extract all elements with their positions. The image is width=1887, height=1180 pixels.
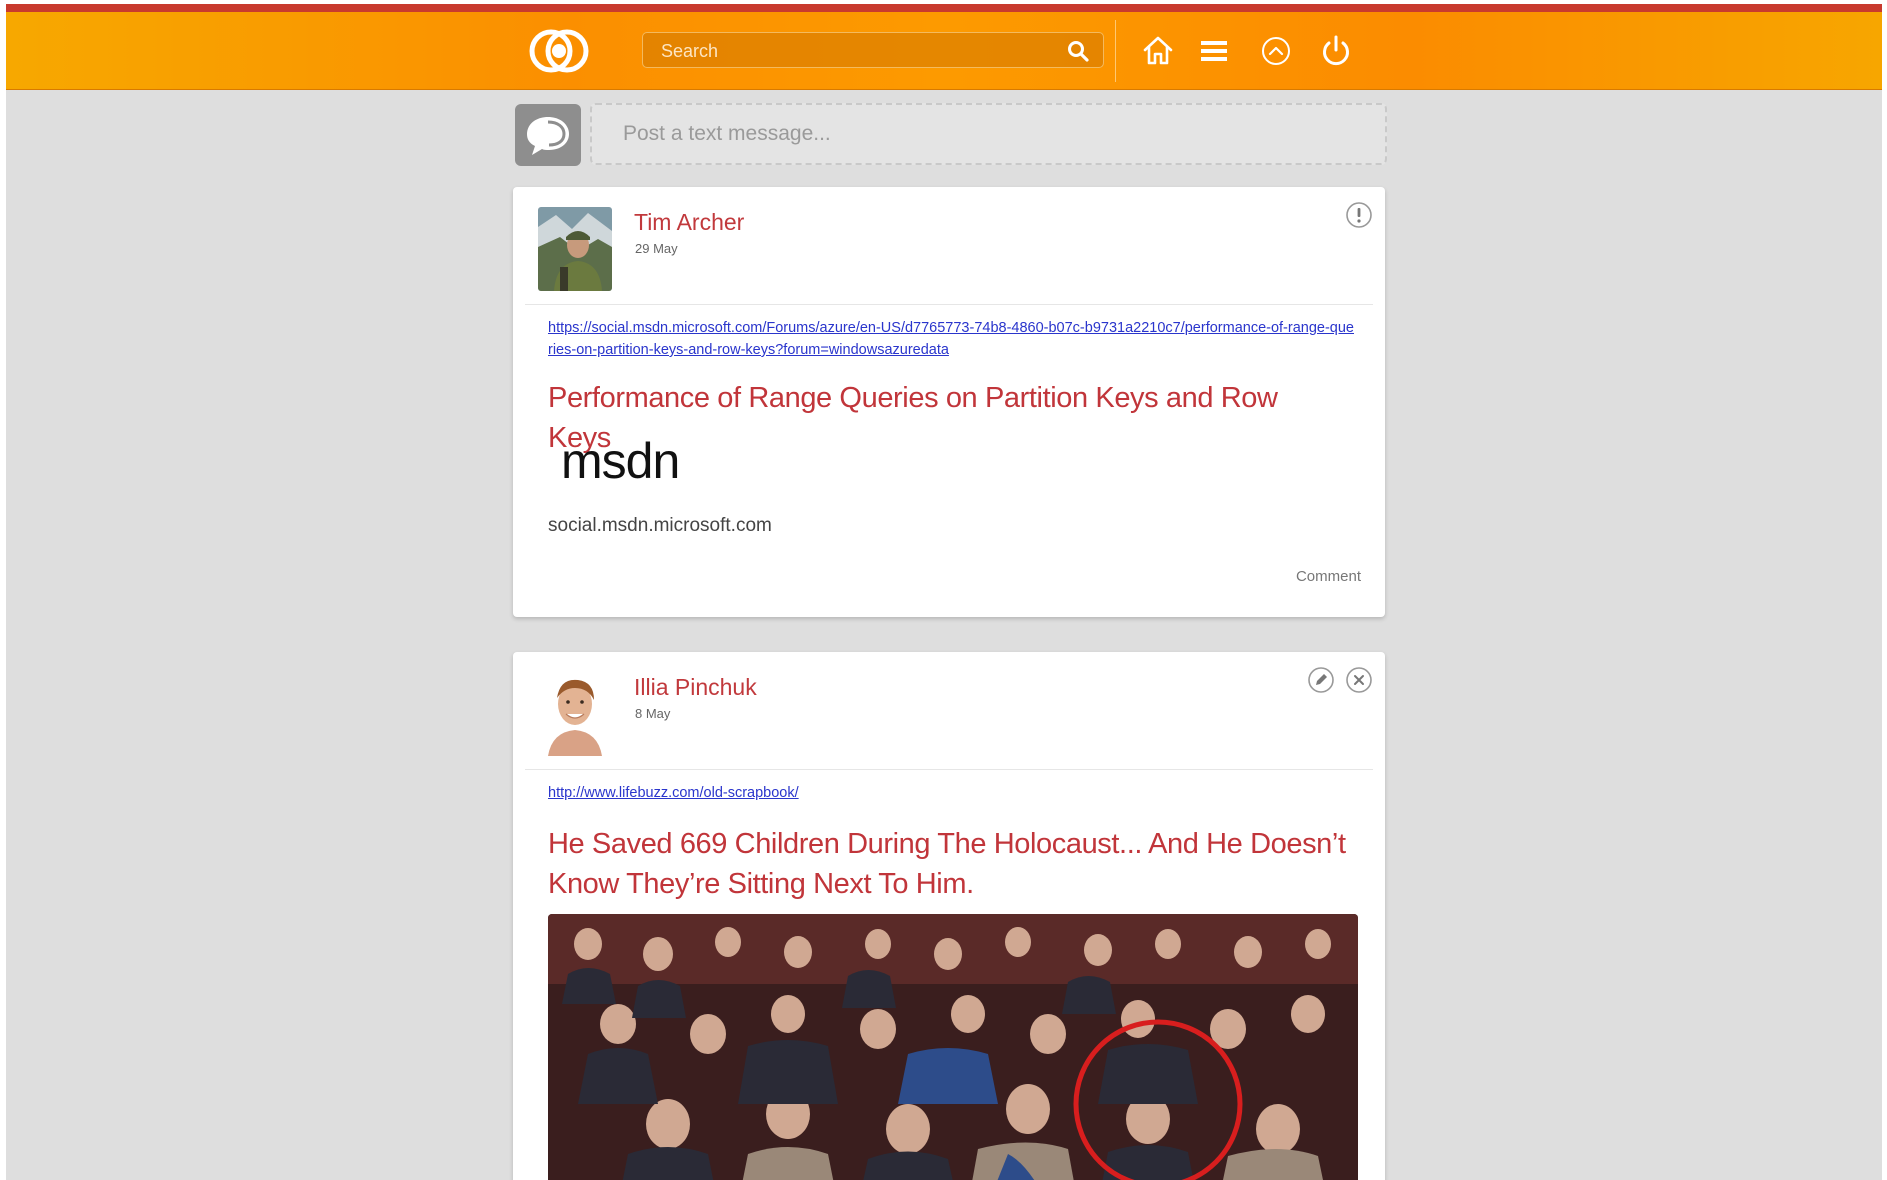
- edit-icon[interactable]: [1307, 666, 1335, 694]
- composer-avatar[interactable]: [515, 104, 581, 166]
- power-icon[interactable]: [1319, 34, 1353, 68]
- avatar[interactable]: [538, 672, 612, 756]
- delete-icon[interactable]: [1345, 666, 1373, 694]
- top-accent-line: [6, 4, 1882, 12]
- divider: [525, 304, 1373, 305]
- site-logo: msdn: [561, 433, 680, 489]
- post-link[interactable]: http://www.lifebuzz.com/old-scrapbook/: [548, 782, 1358, 804]
- post-card: Tim Archer 29 May https://social.msdn.mi…: [513, 187, 1385, 617]
- app-window: Tim Archer 29 May https://social.msdn.mi…: [6, 4, 1882, 1180]
- top-navigation-bar: [6, 12, 1882, 90]
- comment-button[interactable]: Comment: [1296, 568, 1361, 585]
- post-message-input[interactable]: [590, 103, 1387, 165]
- avatar[interactable]: [538, 207, 612, 291]
- speech-bubble-icon: [527, 117, 569, 155]
- nav-divider: [1115, 20, 1116, 82]
- report-icon[interactable]: [1345, 201, 1373, 229]
- app-logo-icon[interactable]: [524, 28, 594, 74]
- post-date: 8 May: [635, 706, 671, 721]
- divider: [525, 769, 1373, 770]
- home-icon[interactable]: [1141, 34, 1175, 68]
- author-name[interactable]: Tim Archer: [634, 209, 744, 236]
- author-name[interactable]: Illia Pinchuk: [634, 674, 757, 701]
- search-icon[interactable]: [1067, 40, 1089, 62]
- post-image[interactable]: [548, 914, 1358, 1180]
- link-domain: social.msdn.microsoft.com: [548, 515, 772, 536]
- search-input[interactable]: [643, 33, 1063, 69]
- menu-icon[interactable]: [1197, 34, 1231, 68]
- post-card: Illia Pinchuk 8 May http://www.lifebuzz.…: [513, 652, 1385, 1180]
- post-link[interactable]: https://social.msdn.microsoft.com/Forums…: [548, 317, 1358, 361]
- post-date: 29 May: [635, 241, 678, 256]
- chevron-up-icon[interactable]: [1259, 34, 1293, 68]
- post-title[interactable]: He Saved 669 Children During The Holocau…: [548, 824, 1348, 904]
- search-box: [642, 32, 1104, 69]
